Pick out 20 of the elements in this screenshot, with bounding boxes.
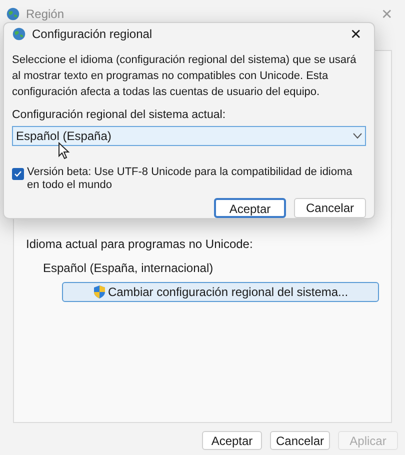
dialog-title: Configuración regional: [32, 26, 154, 44]
change-locale-button[interactable]: Cambiar configuración regional del sistema...: [62, 282, 379, 302]
dialog-button[interactable]: Aceptar: [214, 198, 286, 218]
dialog-button[interactable]: Cancelar: [270, 431, 330, 450]
checkbox[interactable]: [12, 168, 24, 180]
dialog-button[interactable]: Aceptar: [202, 431, 262, 450]
locale-select[interactable]: Español (España): [12, 126, 366, 146]
dialog-button[interactable]: Cancelar: [294, 198, 366, 218]
field-label: Configuración regional del sistema actual:: [12, 108, 227, 123]
globe-icon: [12, 27, 26, 42]
window-title: Región: [26, 6, 66, 23]
checkbox-label: Versión beta: Use UTF-8 Unicode para la compatibilidad de idioma en todo el mundo: [27, 166, 354, 192]
pointer-icon: [58, 142, 70, 160]
field-label: Idioma actual para programas no Unicode:: [26, 236, 254, 253]
chevron-down-icon: [353, 133, 362, 139]
globe-icon: [6, 7, 20, 21]
current-language: Español (España, internacional): [43, 260, 214, 277]
description-text: Seleccione el idioma (configuración regional del sistema) que se usará al mostrar texto en programas no compatibles con Unicode. Esta configuración afecta a todas las cuentas de usuario del equipo.: [12, 52, 358, 100]
shield-icon: [92, 285, 106, 299]
close-button[interactable]: ✕: [346, 24, 366, 45]
